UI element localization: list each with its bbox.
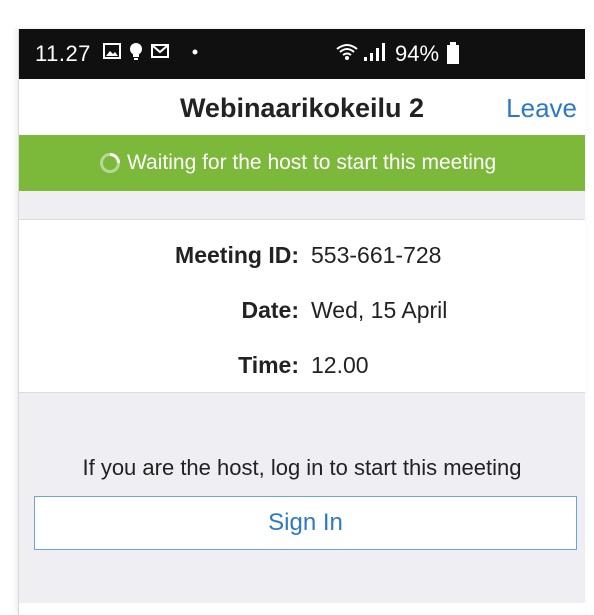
- meeting-id-value: 553-661-728: [311, 242, 442, 268]
- date-value: Wed, 15 April: [311, 297, 448, 323]
- mail-icon: [151, 44, 169, 58]
- lightbulb-icon: [130, 43, 142, 60]
- waiting-banner: Waiting for the host to start this meeti…: [19, 135, 585, 191]
- meeting-title: Webinaarikokeilu 2: [179, 93, 425, 123]
- time-label: Time:: [238, 352, 299, 378]
- signal-icon: [364, 43, 385, 61]
- dot-icon: [192, 49, 198, 55]
- bottom-strip: [19, 603, 585, 615]
- status-bar: 11.27 94%: [19, 29, 585, 79]
- date-label: Date:: [241, 297, 299, 323]
- waiting-message: Waiting for the host to start this meeti…: [127, 151, 497, 174]
- host-prompt: If you are the host, log in to start thi…: [82, 455, 522, 480]
- image-icon: [103, 43, 121, 59]
- loading-spinner-icon: [100, 153, 120, 173]
- wifi-icon: [336, 44, 358, 60]
- host-section: If you are the host, log in to start thi…: [19, 393, 585, 615]
- battery-icon: [447, 42, 459, 64]
- meeting-id-label: Meeting ID:: [175, 242, 299, 268]
- leave-button[interactable]: Leave: [506, 93, 577, 124]
- sign-in-button[interactable]: Sign In: [34, 496, 577, 550]
- status-time: 11.27: [35, 41, 91, 66]
- meeting-header: Webinaarikokeilu 2 Leave: [19, 79, 585, 135]
- battery-percent: 94%: [395, 41, 440, 66]
- screenshot-frame: 11.27 94% Webinaarikokeilu 2 Leave Waiti…: [0, 0, 594, 615]
- meeting-details: Meeting ID: 553-661-728 Date: Wed, 15 Ap…: [19, 220, 585, 393]
- section-divider: [19, 191, 585, 220]
- phone-screen: 11.27 94% Webinaarikokeilu 2 Leave Waiti…: [18, 29, 585, 615]
- time-value: 12.00: [311, 352, 369, 378]
